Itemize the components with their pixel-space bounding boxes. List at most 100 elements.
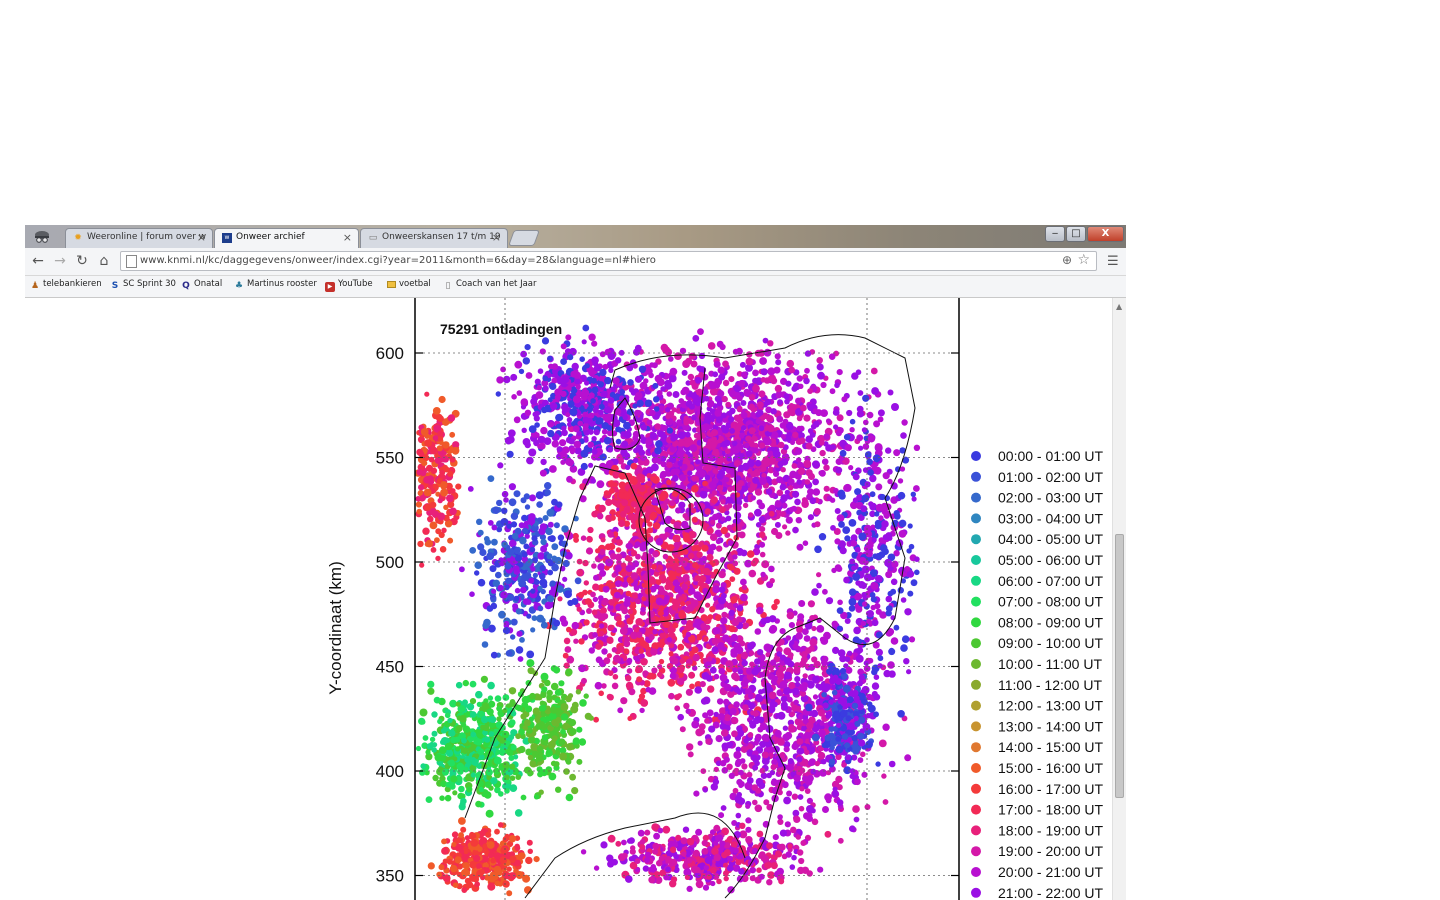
scatter-point [834, 538, 841, 545]
scatter-point [529, 546, 536, 553]
scatter-point [469, 591, 475, 597]
scatter-point [626, 617, 634, 625]
bookmark-voetbal[interactable]: voetbal [387, 279, 431, 293]
scatter-point [742, 502, 749, 509]
scatter-point [691, 720, 700, 729]
scatter-point [704, 508, 711, 515]
scatter-point [911, 496, 917, 502]
scatter-point [819, 469, 826, 477]
scatter-point [791, 505, 797, 512]
scatter-point [786, 790, 793, 797]
bookmark-sc-sprint[interactable]: S SC Sprint 30 [110, 279, 176, 293]
scatter-point [640, 606, 646, 613]
scatter-point [739, 361, 746, 368]
scatter-point [745, 817, 752, 824]
scatter-point [776, 415, 784, 423]
back-arrow-icon[interactable]: ← [30, 253, 46, 269]
scatter-point [691, 475, 698, 482]
folder-icon [387, 281, 396, 288]
scatter-point [750, 495, 756, 501]
menu-icon[interactable]: ☰ [1107, 254, 1119, 269]
scatter-point [584, 363, 590, 369]
scatter-point [625, 564, 633, 572]
scatter-point [537, 605, 544, 612]
close-tab-icon[interactable]: × [492, 231, 501, 244]
scatter-point [515, 554, 522, 562]
scatter-point [734, 511, 742, 519]
scatter-point [834, 382, 840, 389]
scatter-point [775, 713, 781, 719]
reload-icon[interactable]: ↻ [74, 253, 90, 269]
close-tab-icon[interactable]: × [343, 231, 352, 244]
scatter-point [620, 697, 628, 705]
scatter-point [907, 523, 913, 529]
scatter-point [728, 609, 735, 617]
scatter-point [523, 493, 530, 500]
scatter-point [897, 491, 906, 500]
bookmark-youtube[interactable]: ▶ YouTube [325, 279, 373, 293]
minimize-button[interactable]: ‒ [1045, 226, 1065, 242]
scatter-point [498, 791, 504, 797]
scatter-point [561, 375, 570, 384]
scatter-point [796, 457, 802, 463]
scatter-point [830, 444, 836, 450]
scatter-point [820, 637, 829, 645]
scatter-point [752, 799, 758, 806]
scatter-point [730, 596, 738, 604]
scatter-point [776, 476, 784, 484]
scatter-point [621, 571, 627, 578]
tab-weeronline[interactable]: ✹ Weeronline | forum over w × [65, 228, 213, 248]
bookmark-star-icon[interactable]: ☆ [1077, 252, 1090, 268]
scatter-point [772, 675, 778, 682]
scatter-point [812, 694, 819, 700]
scatter-point [510, 512, 519, 520]
home-icon[interactable]: ⌂ [96, 253, 112, 269]
scatter-point [844, 656, 851, 662]
scatter-point [639, 707, 645, 714]
url-text[interactable]: www.knmi.nl/kc/daggegevens/onweer/index.… [140, 255, 656, 266]
tab-onweer-archief[interactable]: w Onweer archief × [214, 228, 359, 248]
bookmark-onatal[interactable]: Q Onatal [181, 279, 222, 293]
incognito-user-icon[interactable] [31, 227, 53, 245]
maximize-button[interactable]: □ [1066, 226, 1086, 242]
scatter-point [712, 513, 719, 521]
close-tab-icon[interactable]: × [197, 231, 206, 244]
tab-onweerskansen[interactable]: ▭ Onweerskansen 17 t/m 19 × [360, 228, 508, 248]
scatter-point [742, 704, 749, 712]
scatter-point [848, 598, 857, 606]
scatter-point [649, 409, 656, 417]
address-bar[interactable]: www.knmi.nl/kc/daggegevens/onweer/index.… [120, 251, 1097, 271]
bookmark-coach[interactable]: ▯ Coach van het Jaar [443, 279, 537, 293]
scatter-point [722, 379, 730, 387]
bookmark-telebankieren[interactable]: ♟ telebankieren [30, 279, 102, 293]
scatter-point [809, 638, 818, 647]
close-window-button[interactable]: X [1087, 226, 1124, 242]
scatter-point [853, 816, 860, 823]
scatter-point [682, 532, 690, 540]
scatter-point [755, 733, 762, 741]
scatter-point [502, 375, 511, 384]
scatter-point [750, 411, 756, 418]
scatter-point [550, 402, 558, 410]
scatter-point [717, 455, 725, 464]
forward-arrow-icon[interactable]: → [52, 253, 68, 269]
scatter-point [691, 516, 698, 523]
scatter-point [647, 527, 654, 534]
scatter-point [487, 520, 494, 526]
page-icon: ▯ [445, 281, 451, 291]
scatter-point [843, 483, 852, 492]
scatter-point [506, 450, 514, 458]
zoom-icon[interactable]: ⊕ [1062, 253, 1072, 267]
bookmark-martinus[interactable]: ♣ Martinus rooster [234, 279, 317, 293]
scatter-point [855, 605, 863, 613]
scatter-point [668, 356, 674, 362]
scatter-point [795, 517, 802, 524]
scatter-point [607, 447, 614, 453]
scatter-point [524, 504, 531, 510]
new-tab-button[interactable] [508, 230, 540, 246]
scatter-point [775, 359, 782, 366]
scatter-point [583, 435, 589, 441]
scatter-point [746, 771, 753, 778]
scatter-point [603, 657, 611, 665]
scatter-point [565, 334, 572, 341]
